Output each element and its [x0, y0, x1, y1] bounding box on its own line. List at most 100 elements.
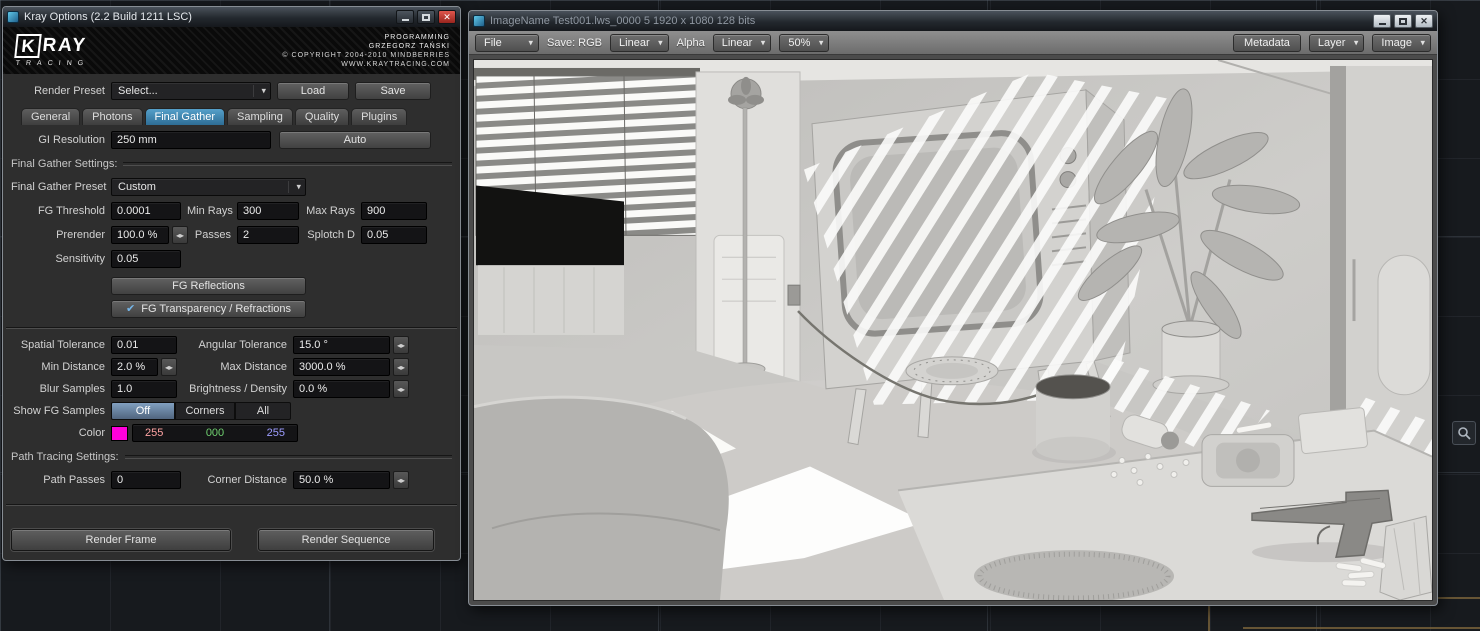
brightness-density-input[interactable]: [293, 380, 390, 398]
corner-distance-input[interactable]: [293, 471, 390, 489]
path-passes-input[interactable]: [111, 471, 181, 489]
save-rgb-label: Save: RGB: [547, 37, 602, 49]
show-fg-off-button[interactable]: Off: [111, 402, 175, 420]
kray-logo-header: K RAY TRACING PROGRAMMING GRZEGORZ TAŃSK…: [3, 27, 460, 74]
brightness-density-stepper[interactable]: [393, 380, 409, 398]
grid-accent-line: [1243, 627, 1480, 629]
fg-preset-dropdown[interactable]: Custom: [111, 178, 306, 196]
spatial-tolerance-input[interactable]: [111, 336, 177, 354]
final-gather-settings-group: Final Gather Settings:: [11, 158, 452, 170]
maximize-button[interactable]: [417, 10, 435, 24]
kray-logo-text: RAY: [41, 35, 88, 57]
angular-tolerance-stepper[interactable]: [393, 336, 409, 354]
tab-quality[interactable]: Quality: [295, 108, 349, 125]
minimize-button[interactable]: [396, 10, 414, 24]
color-rgb-field[interactable]: 255 000 255: [132, 424, 298, 442]
tab-photons[interactable]: Photons: [82, 108, 142, 125]
render-sequence-button[interactable]: Render Sequence: [258, 529, 434, 551]
splotch-label: Splotch D: [299, 229, 361, 241]
min-distance-input[interactable]: [111, 358, 158, 376]
load-button[interactable]: Load: [277, 82, 349, 100]
show-fg-samples-label: Show FG Samples: [11, 405, 111, 417]
max-rays-input[interactable]: [361, 202, 427, 220]
minimize-button[interactable]: [1373, 14, 1391, 28]
max-distance-stepper[interactable]: [393, 358, 409, 376]
prerender-label: Prerender: [11, 229, 111, 241]
kray-logo-k: K: [14, 34, 42, 58]
image-viewer-window: ImageName Test001.lws_0000 5 1920 x 1080…: [468, 10, 1438, 606]
corner-distance-stepper[interactable]: [393, 471, 409, 489]
layer-dropdown[interactable]: Layer: [1309, 34, 1365, 52]
color-value-g[interactable]: 000: [206, 427, 224, 439]
show-fg-corners-button[interactable]: Corners: [175, 402, 235, 420]
divider: [6, 504, 457, 506]
maximize-button[interactable]: [1394, 14, 1412, 28]
kray-logo: K RAY TRACING: [13, 34, 92, 67]
kray-app-icon: [7, 11, 19, 23]
tab-sampling[interactable]: Sampling: [227, 108, 293, 125]
min-distance-label: Min Distance: [11, 361, 111, 373]
close-button[interactable]: ✕: [438, 10, 456, 24]
image-dropdown[interactable]: Image: [1372, 34, 1431, 52]
metadata-button[interactable]: Metadata: [1233, 34, 1301, 52]
max-distance-input[interactable]: [293, 358, 390, 376]
zoom-dropdown[interactable]: 50%: [779, 34, 829, 52]
brightness-density-label: Brightness / Density: [177, 383, 293, 395]
path-passes-label: Path Passes: [11, 474, 111, 486]
fg-preset-label: Final Gather Preset: [11, 181, 111, 193]
close-button[interactable]: ✕: [1415, 14, 1433, 28]
kray-window-title: Kray Options (2.2 Build 1211 LSC): [24, 11, 391, 23]
passes-label: Passes: [188, 229, 237, 241]
credits-line: © COPYRIGHT 2004-2010 MINDBERRIES: [282, 51, 450, 60]
check-icon: ✔: [126, 304, 135, 315]
magnifier-icon[interactable]: [1452, 421, 1476, 445]
tab-plugins[interactable]: Plugins: [351, 108, 407, 125]
fg-threshold-input[interactable]: [111, 202, 181, 220]
viewer-toolbar: File Save: RGB Linear Alpha Linear 50% M…: [469, 31, 1437, 55]
gi-resolution-input[interactable]: [111, 131, 271, 149]
color-value-r[interactable]: 255: [145, 427, 163, 439]
angular-tolerance-label: Angular Tolerance: [177, 339, 293, 351]
splotch-input[interactable]: [361, 226, 427, 244]
kray-logo-subtitle: TRACING: [15, 60, 89, 67]
render-image-area[interactable]: [473, 59, 1433, 601]
blur-samples-input[interactable]: [111, 380, 177, 398]
credits-line: PROGRAMMING: [282, 33, 450, 42]
file-dropdown[interactable]: File: [475, 34, 539, 52]
render-image: [474, 60, 1432, 600]
color-swatch[interactable]: [111, 426, 128, 441]
angular-tolerance-input[interactable]: [293, 336, 390, 354]
prerender-input[interactable]: [111, 226, 169, 244]
prerender-stepper[interactable]: [172, 226, 188, 244]
rgb-mode-dropdown[interactable]: Linear: [610, 34, 669, 52]
fg-reflections-toggle[interactable]: FG Reflections: [111, 277, 306, 295]
color-value-b[interactable]: 255: [267, 427, 285, 439]
viewer-app-icon: [473, 15, 485, 27]
fg-transparency-toggle[interactable]: ✔ FG Transparency / Refractions: [111, 300, 306, 318]
viewer-titlebar[interactable]: ImageName Test001.lws_0000 5 1920 x 1080…: [469, 11, 1437, 31]
passes-input[interactable]: [237, 226, 299, 244]
round-floor-object: [906, 357, 998, 385]
credits-line: WWW.KRAYTRACING.COM: [282, 60, 450, 69]
tall-vase: [1378, 255, 1430, 394]
divider: [6, 327, 457, 329]
cup: [1032, 375, 1116, 464]
min-rays-input[interactable]: [237, 202, 299, 220]
show-fg-all-button[interactable]: All: [235, 402, 291, 420]
rug: [974, 550, 1174, 600]
blur-samples-label: Blur Samples: [11, 383, 111, 395]
alpha-label: Alpha: [677, 37, 705, 49]
tab-final-gather[interactable]: Final Gather: [145, 108, 226, 125]
render-frame-button[interactable]: Render Frame: [11, 529, 231, 551]
render-preset-dropdown[interactable]: Select...: [111, 82, 271, 100]
settings-tabs: General Photons Final Gather Sampling Qu…: [21, 108, 460, 125]
min-rays-label: Min Rays: [181, 205, 237, 217]
sensitivity-input[interactable]: [111, 250, 181, 268]
kray-titlebar[interactable]: Kray Options (2.2 Build 1211 LSC) ✕: [3, 7, 460, 27]
wall-panel: [696, 72, 800, 397]
save-button[interactable]: Save: [355, 82, 431, 100]
alpha-mode-dropdown[interactable]: Linear: [713, 34, 772, 52]
auto-button[interactable]: Auto: [279, 131, 431, 149]
min-distance-stepper[interactable]: [161, 358, 177, 376]
tab-general[interactable]: General: [21, 108, 80, 125]
